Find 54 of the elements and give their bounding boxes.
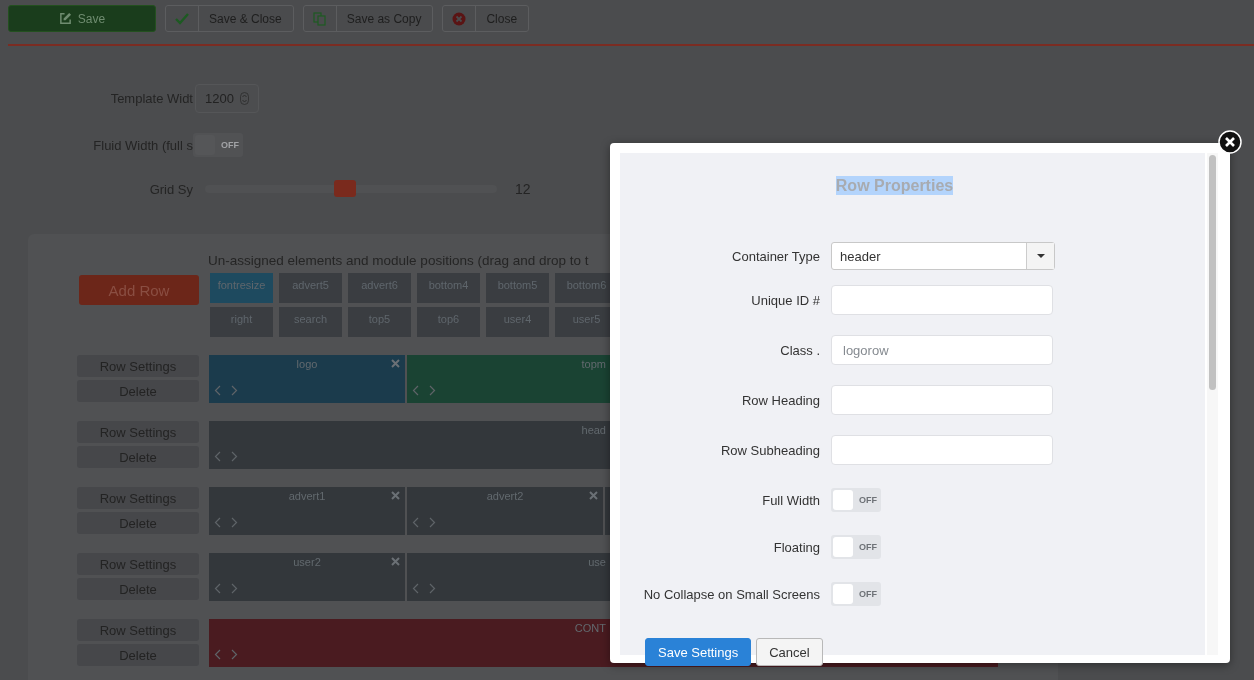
scrollbar[interactable] bbox=[1207, 153, 1218, 655]
chevron-left-icon bbox=[214, 583, 221, 594]
block-label: logo bbox=[296, 358, 318, 370]
toggle-switch[interactable]: OFF bbox=[831, 582, 881, 606]
caret-icon bbox=[1036, 254, 1045, 258]
chevron-left-icon bbox=[412, 583, 419, 594]
chevron-left-icon bbox=[412, 385, 419, 396]
field-label: Floating bbox=[772, 539, 820, 555]
input-field[interactable] bbox=[831, 385, 1053, 415]
save-button[interactable]: Save bbox=[8, 5, 156, 32]
chevron-right-icon bbox=[231, 517, 238, 528]
chevron-left-icon bbox=[214, 385, 221, 396]
slider-handle[interactable] bbox=[334, 180, 357, 197]
chevron-right-icon bbox=[429, 583, 436, 594]
input-field[interactable]: logorow bbox=[831, 335, 1053, 365]
close-icon bbox=[391, 359, 400, 368]
chevron-left-icon bbox=[214, 451, 221, 462]
chevron-right-icon bbox=[429, 517, 436, 528]
field-label: Container Type bbox=[731, 248, 820, 264]
input-field[interactable] bbox=[831, 285, 1053, 315]
field-label: Unique ID # bbox=[750, 292, 820, 308]
close-icon bbox=[452, 11, 467, 26]
field-label: Row Subheading bbox=[719, 442, 820, 458]
block-label: topm bbox=[581, 358, 606, 370]
spinner-icon bbox=[239, 91, 249, 105]
check-icon bbox=[175, 12, 189, 25]
field-label: Full Width bbox=[761, 492, 820, 508]
cancel-button[interactable]: Cancel bbox=[756, 638, 823, 666]
layout-block[interactable]: logo bbox=[209, 355, 405, 403]
chevron-right-icon bbox=[231, 385, 238, 396]
chevron-right-icon bbox=[231, 451, 238, 462]
copy-icon bbox=[313, 11, 327, 26]
input-field[interactable] bbox=[831, 435, 1053, 465]
module-position[interactable]: fontresize bbox=[210, 273, 273, 303]
close-icon bbox=[391, 491, 400, 500]
chevron-left-icon bbox=[412, 517, 419, 528]
toggle-switch[interactable]: OFF bbox=[831, 535, 881, 559]
chevron-right-icon bbox=[429, 385, 436, 396]
container-type-dropdown[interactable]: header bbox=[831, 242, 1055, 270]
toggle-switch[interactable]: OFF bbox=[193, 133, 243, 157]
dialog-title: Row Properties bbox=[835, 176, 954, 195]
chevron-left-icon bbox=[214, 517, 221, 528]
field-label: Row Heading bbox=[740, 392, 820, 408]
edit-icon bbox=[58, 12, 72, 25]
save-settings-button[interactable]: Save Settings bbox=[645, 638, 752, 666]
block-label: CONT bbox=[574, 622, 606, 634]
close-icon bbox=[589, 491, 598, 500]
field-label: No Collapse on Small Screens bbox=[642, 586, 820, 602]
chevron-left-icon bbox=[214, 649, 221, 660]
chevron-right-icon bbox=[231, 649, 238, 660]
field-label: Class . bbox=[779, 342, 820, 358]
chevron-right-icon bbox=[231, 583, 238, 594]
toggle-switch[interactable]: OFF bbox=[831, 488, 881, 512]
close-icon bbox=[391, 557, 400, 566]
